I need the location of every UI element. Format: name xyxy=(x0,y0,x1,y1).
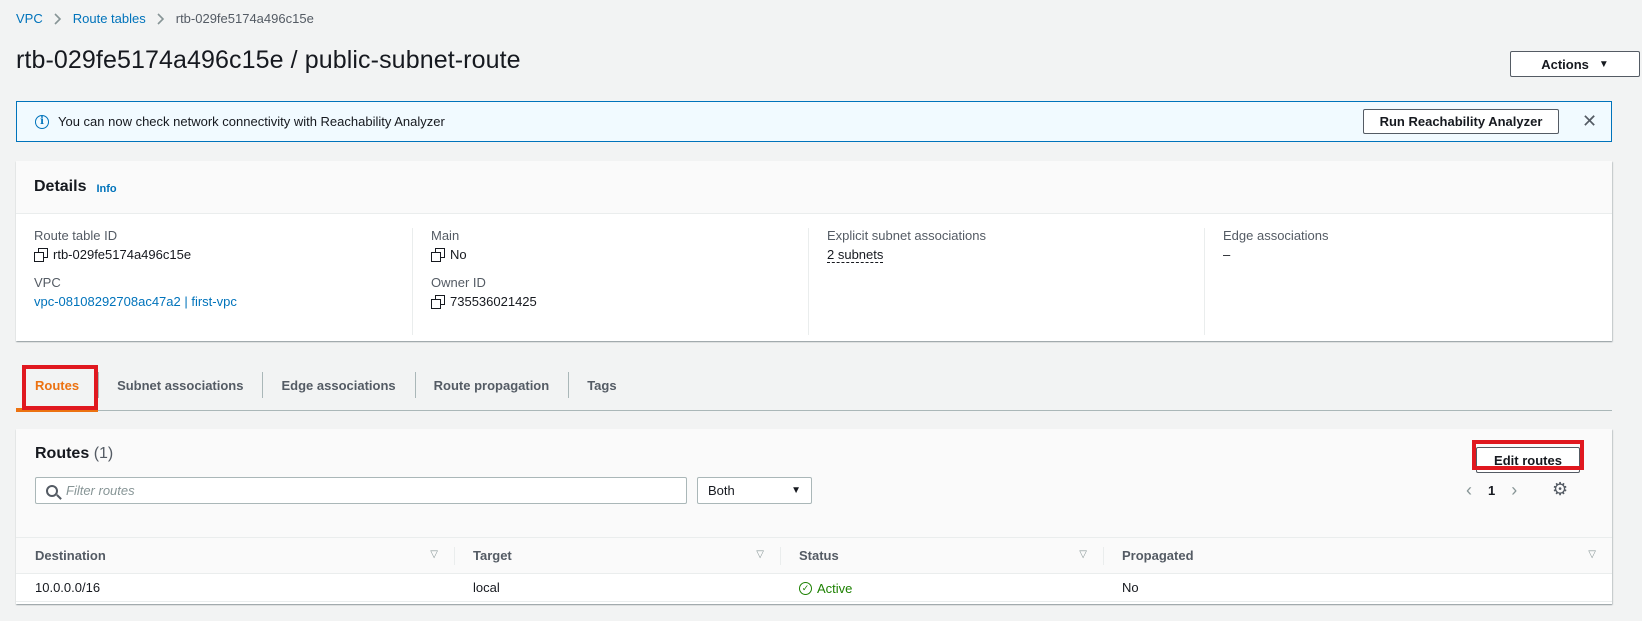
sort-icon: ▽ xyxy=(430,549,438,560)
select-value: Both xyxy=(708,483,735,498)
vpc-link[interactable]: vpc-08108292708ac47a2 | first-vpc xyxy=(34,294,237,309)
run-reachability-analyzer-button[interactable]: Run Reachability Analyzer xyxy=(1363,109,1559,134)
route-table-id-value: rtb-029fe5174a496c15e xyxy=(53,247,192,262)
pagination: ‹ 1 › xyxy=(1466,477,1517,504)
tab-routes[interactable]: Routes xyxy=(16,365,99,412)
details-header: Details Info xyxy=(16,161,1612,214)
search-icon xyxy=(46,484,58,497)
actions-button[interactable]: Actions ▼ xyxy=(1510,51,1640,77)
info-link[interactable]: Info xyxy=(96,183,116,195)
owner-id-label: Owner ID xyxy=(431,275,486,290)
propagation-filter-select[interactable]: Both ▼ xyxy=(697,477,812,504)
tab-tags[interactable]: Tags xyxy=(568,365,635,405)
copy-icon[interactable] xyxy=(431,295,445,309)
info-icon: i xyxy=(35,114,49,129)
main-label: Main xyxy=(431,228,460,243)
route-table-id-label: Route table ID xyxy=(34,228,118,243)
banner-message: You can now check network connectivity w… xyxy=(58,114,445,129)
routes-panel: Routes (1) Edit routes Both ▼ ‹ 1 › ⚙ De… xyxy=(16,429,1612,604)
chevron-right-icon[interactable]: › xyxy=(1511,480,1517,501)
edge-associations-value: – xyxy=(1223,247,1231,262)
column-target[interactable]: Target ▽ xyxy=(454,537,780,574)
breadcrumb-current: rtb-029fe5174a496c15e xyxy=(175,11,314,26)
cell-status: ✓ Active xyxy=(780,573,1103,602)
copy-icon[interactable] xyxy=(34,248,48,262)
explicit-subnet-associations-value[interactable]: 2 subnets xyxy=(827,247,884,263)
tab-subnet-associations[interactable]: Subnet associations xyxy=(98,365,262,405)
vpc-label: VPC xyxy=(34,275,61,290)
details-title: Details xyxy=(34,178,87,195)
cell-destination: 10.0.0.0/16 xyxy=(16,573,454,602)
close-icon[interactable]: ✕ xyxy=(1582,110,1597,132)
info-banner: i You can now check network connectivity… xyxy=(16,101,1612,142)
copy-icon[interactable] xyxy=(431,248,445,262)
cell-target: local xyxy=(454,573,780,602)
tab-bar: Routes Subnet associations Edge associat… xyxy=(16,365,1612,412)
filter-routes-input[interactable] xyxy=(66,483,666,498)
explicit-subnet-associations-label: Explicit subnet associations xyxy=(827,228,986,243)
sort-icon: ▽ xyxy=(1588,549,1596,560)
edge-associations-label: Edge associations xyxy=(1223,228,1329,243)
cell-propagated: No xyxy=(1103,573,1612,602)
tab-edge-associations[interactable]: Edge associations xyxy=(262,365,414,405)
owner-id-value: 735536021425 xyxy=(450,294,537,309)
details-column-1: Route table ID rtb-029fe5174a496c15e VPC… xyxy=(16,228,412,335)
details-column-4: Edge associations – xyxy=(1204,228,1600,335)
details-column-3: Explicit subnet associations 2 subnets xyxy=(808,228,1204,335)
details-panel: Details Info Route table ID rtb-029fe517… xyxy=(16,161,1612,341)
breadcrumb: VPC Route tables rtb-029fe5174a496c15e xyxy=(16,11,314,26)
status-text: Active xyxy=(817,581,853,596)
routes-table: Destination ▽ Target ▽ Status ▽ Propagated ▽… xyxy=(16,537,1612,602)
column-destination[interactable]: Destination ▽ xyxy=(16,537,454,574)
caret-down-icon: ▼ xyxy=(1598,58,1609,70)
table-row: 10.0.0.0/16 local ✓ Active No xyxy=(16,573,1612,602)
tab-route-propagation[interactable]: Route propagation xyxy=(414,365,569,405)
column-status[interactable]: Status ▽ xyxy=(780,537,1103,574)
page-title: rtb-029fe5174a496c15e / public-subnet-ro… xyxy=(16,46,521,74)
filter-routes-field[interactable] xyxy=(35,477,687,504)
caret-down-icon: ▼ xyxy=(791,485,801,496)
details-column-2: Main No Owner ID 735536021425 xyxy=(412,228,808,335)
chevron-right-icon xyxy=(54,12,62,25)
sort-icon: ▽ xyxy=(756,549,764,560)
breadcrumb-vpc[interactable]: VPC xyxy=(16,11,43,26)
edit-routes-button[interactable]: Edit routes xyxy=(1476,447,1580,473)
column-propagated[interactable]: Propagated ▽ xyxy=(1103,537,1612,574)
page-number[interactable]: 1 xyxy=(1488,483,1495,498)
sort-icon: ▽ xyxy=(1079,549,1087,560)
main-value: No xyxy=(450,247,467,262)
check-circle-icon: ✓ xyxy=(799,582,812,595)
chevron-left-icon[interactable]: ‹ xyxy=(1466,480,1472,501)
routes-count: (1) xyxy=(93,445,114,462)
breadcrumb-route-tables[interactable]: Route tables xyxy=(73,11,146,26)
actions-label: Actions xyxy=(1541,56,1589,72)
routes-title: Routes (1) xyxy=(35,445,114,462)
gear-icon[interactable]: ⚙ xyxy=(1552,479,1568,500)
chevron-right-icon xyxy=(157,12,165,25)
